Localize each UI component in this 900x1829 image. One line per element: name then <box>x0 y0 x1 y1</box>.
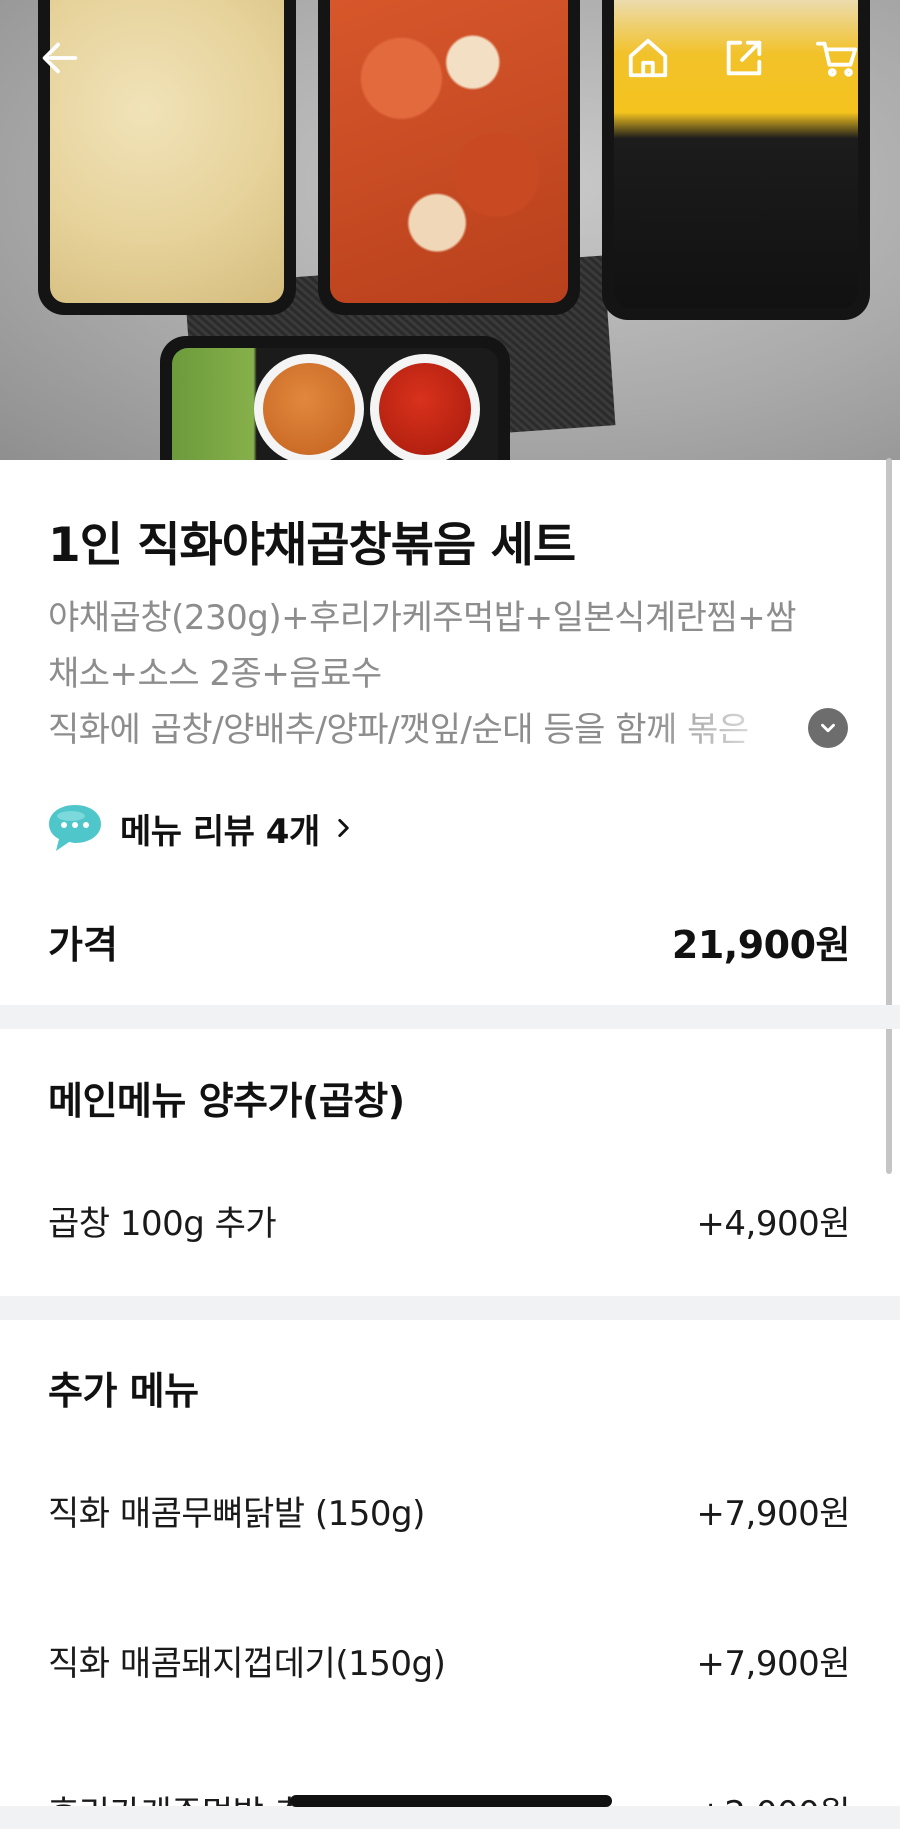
option-row[interactable]: 직화 매콤돼지껍데기(150g) +7,900원 <box>48 1636 850 1685</box>
speech-bubble-icon <box>49 805 101 851</box>
option-price: +4,900원 <box>696 1204 850 1244</box>
option-row[interactable]: 곱창 100g 추가 +4,900원 <box>48 1196 850 1245</box>
gopchang-tray <box>318 0 580 315</box>
menu-review-link[interactable]: 메뉴 리뷰 4개 <box>46 800 356 856</box>
cart-icon[interactable] <box>810 30 866 86</box>
description-line: 직화에 곱창/양배추/양파/깻잎/순대 등을 함께 볶은 <box>48 710 749 750</box>
option-row[interactable]: 직화 매콤무뼈닭발 (150g) +7,900원 <box>48 1486 850 1535</box>
product-hero-image <box>0 0 900 460</box>
expand-description-button[interactable] <box>808 708 848 748</box>
option-name: 곱창 100g 추가 <box>48 1204 277 1244</box>
scrollbar[interactable] <box>886 458 892 1174</box>
option-name: 직화 매콤돼지껍데기(150g) <box>48 1644 446 1684</box>
home-icon[interactable] <box>620 30 676 86</box>
section-divider <box>0 1005 900 1029</box>
chevron-right-icon <box>338 819 349 837</box>
sauce-cup-2 <box>370 354 480 460</box>
price-value: 21,900원 <box>671 923 851 967</box>
chevron-down-icon <box>821 723 835 733</box>
bottom-safe-area <box>0 1806 900 1829</box>
description-line: 야채곱창(230g)+후리가케주먹밥+일본식계란찜+쌈 <box>48 598 797 638</box>
product-description: 야채곱창(230g)+후리가케주먹밥+일본식계란찜+쌈 채소+소스 2종+음료수… <box>48 590 848 758</box>
review-count-label: 메뉴 리뷰 4개 <box>120 811 320 852</box>
sauce-cup-1 <box>254 354 364 460</box>
description-line: 채소+소스 2종+음료수 <box>48 654 382 694</box>
product-title: 1인 직화야채곱창볶음 세트 <box>48 518 576 573</box>
option-name: 직화 매콤무뼈닭발 (150g) <box>48 1494 425 1534</box>
home-indicator[interactable] <box>290 1795 612 1807</box>
share-icon[interactable] <box>716 30 772 86</box>
option-price: +7,900원 <box>696 1494 850 1534</box>
option-price: +7,900원 <box>696 1644 850 1684</box>
section-divider <box>0 1296 900 1320</box>
section-title-additional-menu: 추가 메뉴 <box>48 1369 199 1413</box>
price-label: 가격 <box>48 923 118 967</box>
section-title-main-extra: 메인메뉴 양추가(곱창) <box>48 1079 405 1123</box>
arrow-left-icon[interactable] <box>32 30 88 86</box>
price-row: 가격 21,900원 <box>48 914 851 969</box>
